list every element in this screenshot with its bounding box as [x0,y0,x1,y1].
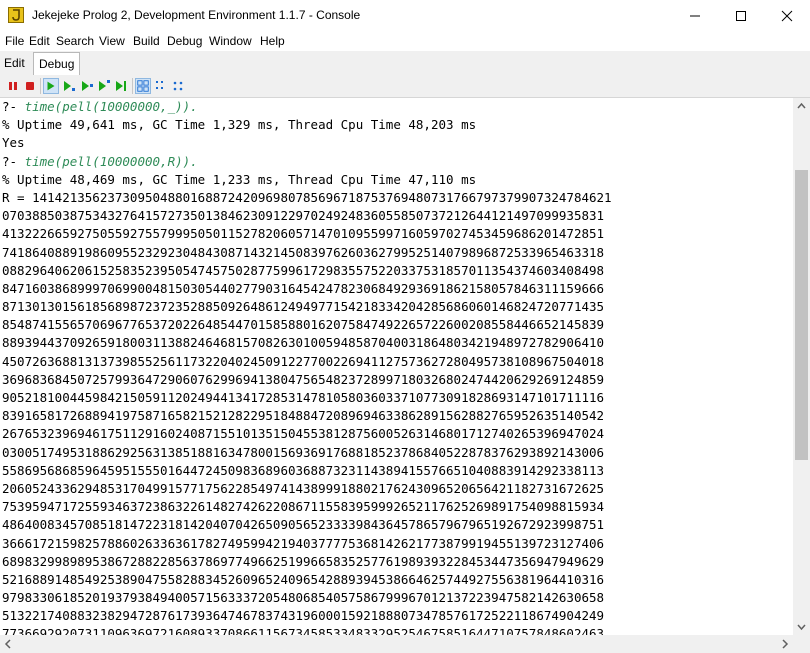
console-line: 0882964062061525835239505474575028775996… [2,262,605,278]
console-line: % Uptime 48,469 ms, GC Time 1,233 ms, Th… [2,171,477,187]
console-line: 5586956868596459515550164472450983689603… [2,462,605,478]
console-line: 2676532396946175112916024087155101351504… [2,426,605,442]
console-line: ?- time(pell(10000000,R)). [0,153,793,171]
menu-debug[interactable]: Debug [167,34,202,48]
console-line: ?- time(pell(10000000,_)). [0,98,793,116]
console-query: time(pell(10000000,R)). [24,153,198,169]
dots-view-icon[interactable] [170,78,186,94]
console-prompt: ?- [2,99,25,114]
close-button[interactable] [764,0,810,31]
console-output[interactable]: ?- time(pell(10000000,_)).% Uptime 49,64… [0,98,793,635]
tab-debug[interactable]: Debug [33,52,81,75]
console-line: 0703885038753432764157273501384623091229… [2,208,605,224]
run-icon[interactable] [43,78,59,94]
console-line: 5216889148549253890475582883452609652409… [2,571,605,587]
console-line: 8391658172688941975871658215212822951848… [2,408,605,424]
console-line: Yes [2,135,25,151]
window-title: Jekejeke Prolog 2, Development Environme… [32,8,361,22]
menu-window[interactable]: Window [209,34,252,48]
continue-icon[interactable] [113,78,129,94]
scroll-right-icon[interactable] [776,635,793,653]
scrollbar-corner [793,635,810,653]
step-into-icon[interactable] [61,78,77,94]
console-prompt: ?- [2,153,25,169]
list-view-icon[interactable] [153,78,169,94]
maximize-icon [736,11,746,21]
menu-help[interactable]: Help [260,34,285,48]
pause-icon[interactable] [5,78,21,94]
tab-strip [0,51,810,77]
vertical-scroll-thumb[interactable] [795,170,808,460]
console-line: 4132226659275055927557999505011527820605… [2,226,605,242]
console-line: 5132217408832382947287617393647467837431… [2,608,605,624]
minimize-icon [690,15,700,17]
console-line: % Uptime 49,641 ms, GC Time 1,329 ms, Th… [2,117,477,133]
console-line: R = 141421356237309504880168872420969807… [2,189,612,205]
grid-view-icon[interactable] [135,78,151,94]
console-line: 4507263688131373985525611732204024509122… [2,353,605,369]
maximize-button[interactable] [718,0,764,31]
scroll-up-icon[interactable] [793,98,810,115]
console-line: 8548741556570696776537202264854470158588… [2,317,605,333]
console-line: 4864008345708518147223181420407042650905… [2,517,605,533]
console-line: 7539594717255934637238632261482742622086… [2,499,605,515]
console-line: 2060524336294853170499157717562285497414… [2,480,605,496]
app-icon [8,7,24,23]
console-line: 7736692920731109636972160893370866115673… [2,626,605,635]
console-line: 8471603868999706990048150305440277903164… [2,280,605,296]
step-over-icon[interactable] [79,78,95,94]
stop-icon[interactable] [22,78,38,94]
toolbar-separator [132,78,133,94]
console-line: 7418640889198609552329230484308714321450… [2,244,605,260]
vertical-scrollbar[interactable] [793,98,810,635]
menu-bar: File Edit Search View Build Debug Window… [0,31,810,51]
menu-search[interactable]: Search [56,34,94,48]
console-query: time(pell(10000000,_)). [24,99,198,114]
horizontal-scrollbar[interactable] [0,635,793,653]
close-icon [781,10,793,22]
menu-edit[interactable]: Edit [29,34,50,48]
menu-view[interactable]: View [99,34,125,48]
console-line: 3666172159825788602633636178274959942194… [2,535,605,551]
tab-edit[interactable]: Edit [0,54,29,73]
console-line: 3696836845072579936472906076299694138047… [2,371,605,387]
console-line: 0300517495318862925631385188163478001569… [2,444,605,460]
step-out-icon[interactable] [96,78,112,94]
console-line: 9052181004459842150591120249441341728531… [2,390,605,405]
scroll-down-icon[interactable] [793,618,810,635]
toolbar-separator [40,78,41,94]
console-line: 9798330618520193793849400571563337205480… [2,590,605,606]
console-line: 8713013015618568987237235288509264861249… [2,299,605,315]
scroll-left-icon[interactable] [0,635,17,653]
minimize-button[interactable] [672,0,718,31]
title-bar: Jekejeke Prolog 2, Development Environme… [0,0,810,31]
menu-build[interactable]: Build [133,34,160,48]
menu-file[interactable]: File [5,34,24,48]
console-line: 8893944370926591800311388246468157082630… [2,335,605,351]
console-line: 6898329989895386728822856378697749662519… [2,553,605,569]
